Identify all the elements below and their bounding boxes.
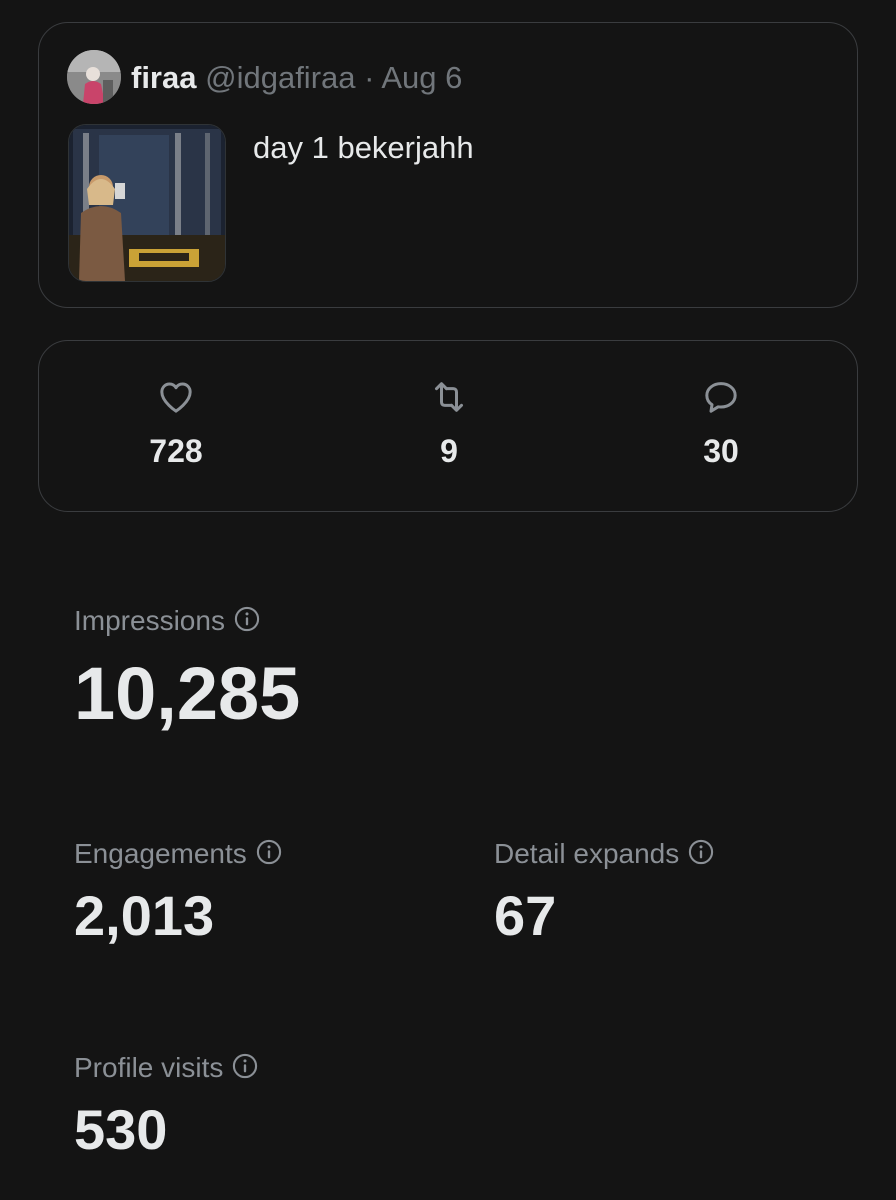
post-card[interactable]: firaa @idgafiraa · Aug 6 day 1 bekerjahh	[38, 22, 858, 308]
impressions-value: 10,285	[74, 652, 301, 735]
display-name[interactable]: firaa	[131, 60, 196, 95]
engagement-summary-card: 728 9 30	[38, 340, 858, 512]
impressions-metric: Impressions 10,285	[74, 604, 300, 734]
info-icon[interactable]	[233, 605, 261, 633]
post-date[interactable]: Aug 6	[381, 60, 462, 95]
user-handle[interactable]: @idgafiraa	[205, 60, 355, 95]
detail-expands-metric: Detail expands 67	[494, 837, 715, 947]
post-text: day 1 bekerjahh	[253, 130, 474, 165]
reposts-count: 9	[440, 433, 458, 469]
post-image-thumbnail[interactable]	[68, 124, 226, 282]
info-icon[interactable]	[687, 838, 715, 866]
detail-expands-label: Detail expands	[494, 838, 680, 869]
info-icon[interactable]	[231, 1052, 259, 1080]
detail-expands-value: 67	[494, 884, 557, 947]
separator-dot: ·	[364, 60, 375, 95]
post-photo	[69, 125, 225, 281]
heart-icon	[160, 382, 192, 413]
likes-stat[interactable]: 728	[116, 377, 236, 469]
reposts-stat[interactable]: 9	[389, 377, 509, 469]
replies-count: 30	[703, 433, 739, 469]
avatar[interactable]	[67, 50, 121, 104]
likes-count: 728	[149, 433, 203, 469]
info-icon[interactable]	[255, 838, 283, 866]
post-header: firaa @idgafiraa · Aug 6	[131, 60, 462, 96]
profile-visits-metric: Profile visits 530	[74, 1051, 259, 1161]
engagements-label: Engagements	[74, 838, 247, 869]
repost-icon	[435, 382, 463, 412]
profile-visits-value: 530	[74, 1098, 168, 1161]
engagements-metric: Engagements 2,013	[74, 837, 283, 947]
replies-stat[interactable]: 30	[661, 377, 781, 469]
avatar-image	[67, 50, 121, 104]
profile-visits-label: Profile visits	[74, 1052, 224, 1083]
impressions-label: Impressions	[74, 605, 225, 636]
engagements-value: 2,013	[74, 884, 215, 947]
reply-icon	[705, 382, 737, 413]
